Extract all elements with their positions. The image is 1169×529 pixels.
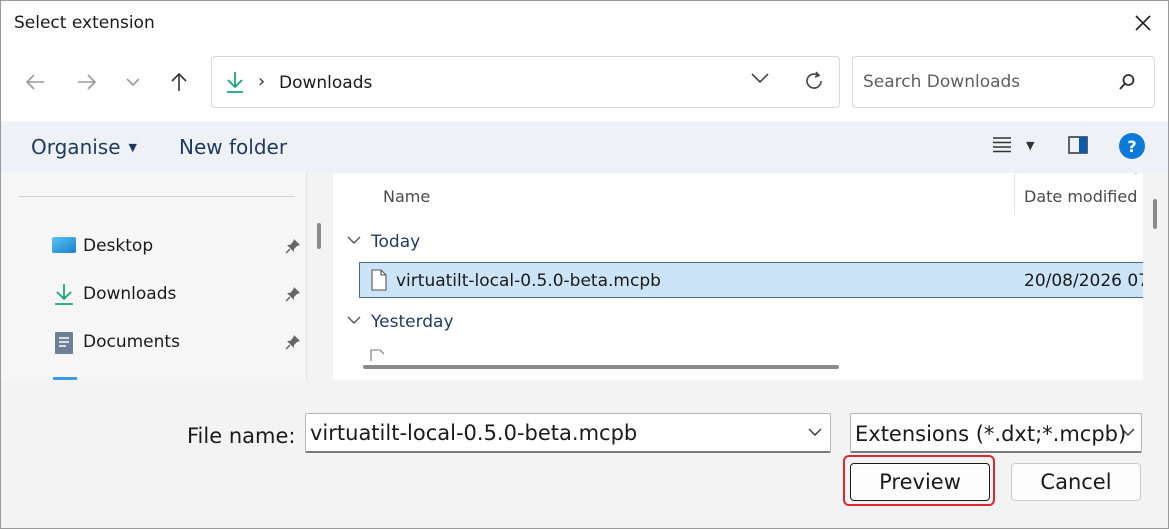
new-folder-button[interactable]: New folder xyxy=(179,135,287,159)
nav-item-label: Downloads xyxy=(83,284,177,304)
file-type-value: Extensions (*.dxt;*.mcpb) xyxy=(855,422,1127,446)
back-button[interactable] xyxy=(15,67,55,97)
file-icon xyxy=(370,349,385,361)
nav-item-desktop[interactable]: Desktop xyxy=(51,231,301,261)
help-icon[interactable]: ? xyxy=(1119,133,1145,159)
command-bar: Organise ▼ New folder ▼ ? xyxy=(1,121,1168,173)
title-bar: Select extension xyxy=(1,1,1168,45)
window-title: Select extension xyxy=(14,13,155,33)
horizontal-scrollbar[interactable] xyxy=(363,365,839,369)
forward-button[interactable] xyxy=(67,67,107,97)
column-header-name[interactable]: Name xyxy=(383,187,430,206)
cancel-button[interactable]: Cancel xyxy=(1011,463,1141,501)
up-button[interactable] xyxy=(159,67,199,97)
arrow-right-icon xyxy=(78,74,97,90)
recent-locations-button[interactable] xyxy=(113,67,153,97)
preview-button[interactable]: Preview xyxy=(850,463,990,501)
chevron-down-icon xyxy=(347,236,361,244)
column-divider[interactable] xyxy=(1014,173,1015,215)
organise-button[interactable]: Organise ▼ xyxy=(31,135,137,159)
file-icon xyxy=(371,269,387,291)
file-open-dialog: Select extension › Downloads Search Down… xyxy=(0,0,1169,529)
download-icon xyxy=(55,284,73,305)
chevron-down-icon[interactable] xyxy=(750,71,770,85)
file-date-modified: 20/08/2026 07 xyxy=(1024,271,1143,291)
dialog-footer: File name: Extensions (*.dxt;*.mcpb) Pre… xyxy=(1,380,1168,528)
view-options-caret-icon[interactable]: ▼ xyxy=(1026,139,1034,152)
desktop-icon xyxy=(52,237,76,253)
navigation-bar: › Downloads xyxy=(1,45,1168,121)
search-box[interactable] xyxy=(852,56,1155,108)
search-icon[interactable] xyxy=(1118,73,1136,91)
column-header-date-modified[interactable]: Date modified xyxy=(1024,187,1137,206)
group-header-yesterday[interactable]: Yesterday xyxy=(347,312,454,332)
nav-item-documents[interactable]: Documents xyxy=(51,327,301,357)
caret-down-icon: ▼ xyxy=(128,141,137,154)
chevron-down-icon xyxy=(126,78,140,87)
navigation-pane: Desktop Downloads Documents xyxy=(1,173,307,380)
close-button[interactable] xyxy=(1118,1,1168,45)
organise-label: Organise xyxy=(31,135,121,159)
pin-icon[interactable] xyxy=(285,238,301,254)
file-name-label: File name: xyxy=(187,424,296,448)
nav-pane-scrollbar[interactable] xyxy=(317,223,321,249)
pin-icon[interactable] xyxy=(285,286,301,302)
group-label: Yesterday xyxy=(371,312,454,332)
documents-icon xyxy=(55,332,73,354)
arrow-up-icon xyxy=(171,72,187,91)
close-icon xyxy=(1135,15,1151,31)
nav-item-label: Documents xyxy=(83,332,180,352)
address-bar[interactable]: › Downloads xyxy=(211,56,840,108)
file-name: virtuatilt-local-0.5.0-beta.mcpb xyxy=(396,271,661,291)
file-name-combobox[interactable] xyxy=(305,413,831,453)
nav-item-label: Desktop xyxy=(83,236,154,256)
nav-divider xyxy=(19,196,295,197)
view-list-icon[interactable] xyxy=(991,136,1013,154)
file-list: Name Date modified Today virtuatilt-loca… xyxy=(333,173,1143,380)
vertical-scrollbar[interactable] xyxy=(1153,199,1157,229)
arrow-left-icon xyxy=(25,74,44,90)
group-label: Today xyxy=(371,232,421,252)
table-row[interactable]: virtuatilt-local-0.5.0-beta.mcpb 20/08/2… xyxy=(359,262,1143,298)
chevron-down-icon xyxy=(1121,428,1135,436)
file-name-input[interactable] xyxy=(310,421,790,445)
group-header-today[interactable]: Today xyxy=(347,232,420,252)
download-icon xyxy=(227,72,243,93)
search-input[interactable] xyxy=(863,72,1103,92)
chevron-down-icon[interactable] xyxy=(808,427,822,437)
pin-icon[interactable] xyxy=(285,334,301,350)
breadcrumb-downloads[interactable]: Downloads xyxy=(279,73,372,93)
chevron-down-icon xyxy=(347,316,361,324)
refresh-icon[interactable] xyxy=(802,69,826,93)
file-type-select[interactable]: Extensions (*.dxt;*.mcpb) xyxy=(850,413,1142,453)
preview-pane-icon[interactable] xyxy=(1067,134,1089,156)
sort-chevron-icon xyxy=(1135,173,1137,174)
breadcrumb-separator: › xyxy=(258,71,266,92)
nav-item-downloads[interactable]: Downloads xyxy=(51,279,301,309)
